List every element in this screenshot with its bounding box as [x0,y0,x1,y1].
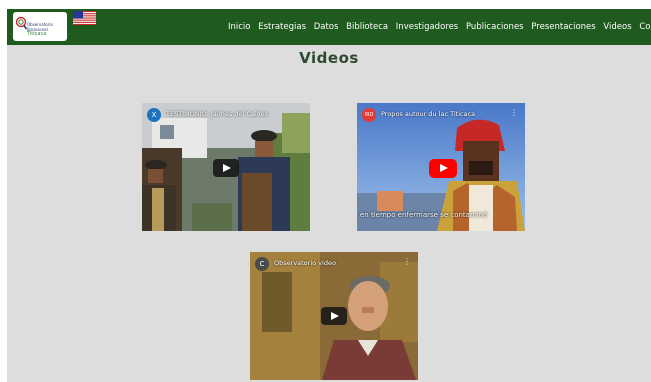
nav-link-publicaciones[interactable]: Publicaciones [466,22,524,32]
video-embed-1[interactable]: X TESTIMONIO: Jaímes del Caldes [142,103,310,231]
play-button-icon[interactable] [213,159,239,177]
video-embed-2[interactable]: IRD Propos autour du lac Titicaca ⋮ en t… [357,103,525,231]
nav-link-videos[interactable]: Videos [603,22,631,32]
channel-avatar-icon[interactable]: IRD [362,108,376,122]
video-title[interactable]: Observatorio video [274,259,336,267]
logo-text: Observatorio Binacional Titicaca [27,22,53,37]
site-logo[interactable]: Observatorio Binacional Titicaca [13,12,67,41]
us-flag-icon[interactable] [73,11,96,25]
nav-link-investigadores[interactable]: Investigadores [396,22,458,32]
more-options-icon[interactable]: ⋮ [403,258,411,266]
video-subtitle: en tiempo enfermarse se contaminó [360,211,488,219]
nav-link-presentaciones[interactable]: Presentaciones [531,22,595,32]
video-embed-3[interactable]: C Observatorio video ⋮ [250,252,418,380]
navbar: Observatorio Binacional Titicaca Inicio … [7,9,651,45]
play-button-icon[interactable] [321,307,347,325]
page-title: Videos [299,49,359,67]
nav-link-contacto[interactable]: Contacto [639,22,651,32]
nav-link-estrategias[interactable]: Estrategias [258,22,306,32]
video-title[interactable]: Propos autour du lac Titicaca [381,110,475,118]
more-options-icon[interactable]: ⋮ [510,109,518,117]
video-title[interactable]: TESTIMONIO: Jaímes del Caldes [166,110,268,118]
nav-link-inicio[interactable]: Inicio [228,22,251,32]
page: Observatorio Binacional Titicaca Inicio … [7,9,651,382]
magnifier-logo-icon [15,16,27,30]
channel-avatar-icon[interactable]: C [255,257,269,271]
nav-link-biblioteca[interactable]: Biblioteca [346,22,388,32]
channel-avatar-icon[interactable]: X [147,108,161,122]
nav-menu: Inicio Estrategias Datos Biblioteca Inve… [228,22,651,32]
youtube-play-button-icon[interactable] [429,159,457,178]
nav-link-datos[interactable]: Datos [314,22,339,32]
